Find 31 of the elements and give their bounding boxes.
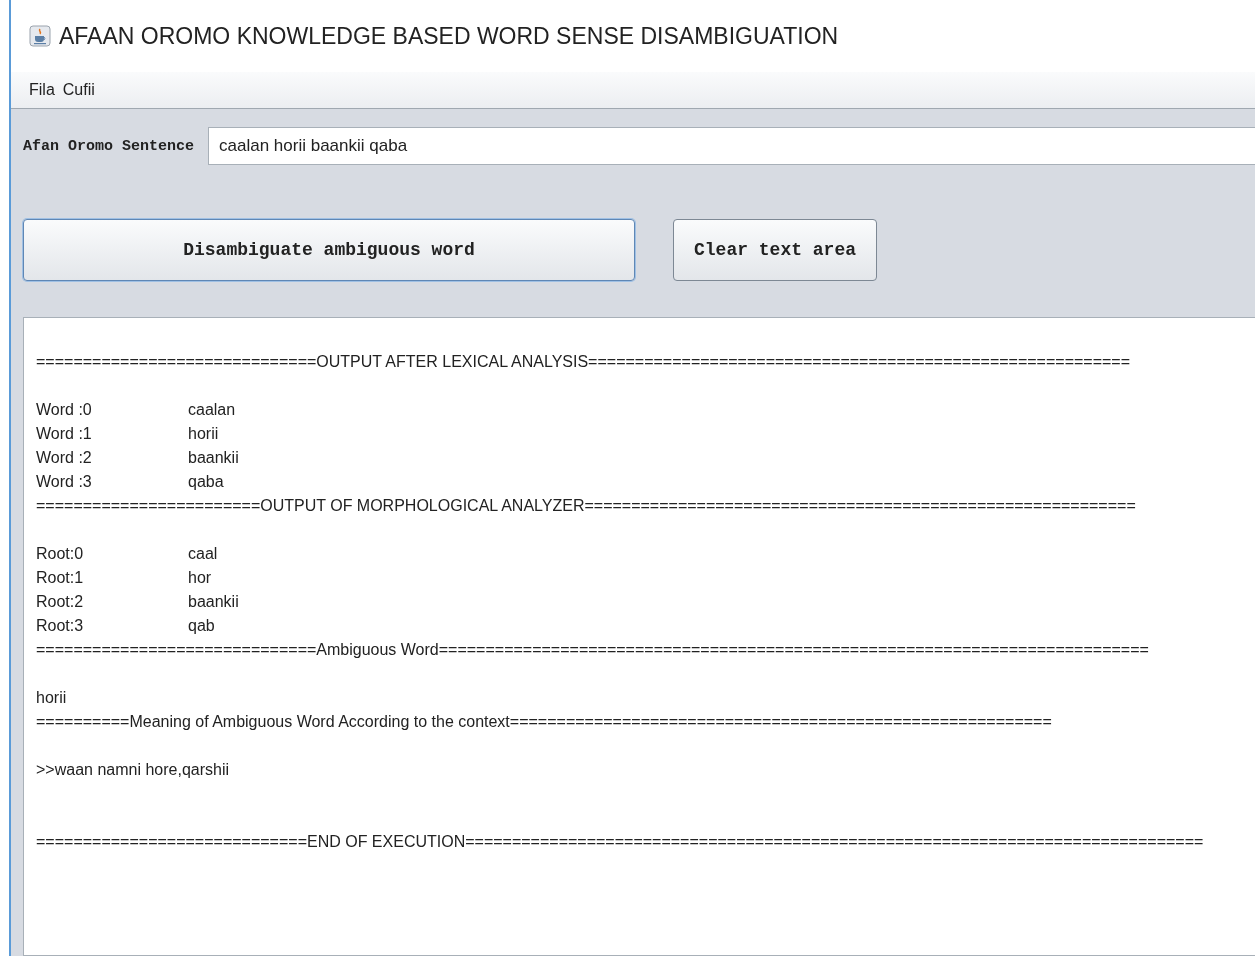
output-key: Word :2: [36, 446, 188, 470]
menu-item[interactable]: Cufii: [62, 81, 95, 99]
section-separator: ==============================OUTPUT AFTER LEXICAL ANALYSIS==========================================================: [36, 353, 1131, 370]
sentence-label: Afan Oromo Sentence: [23, 137, 195, 155]
output-value: baankii: [188, 448, 239, 468]
output-key: Root:3: [36, 614, 188, 638]
section-separator: ========================OUTPUT OF MORPHOLOGICAL ANALYZER===========================================================: [36, 497, 1136, 514]
java-cup-icon: [29, 25, 51, 47]
output-key: Root:2: [36, 590, 188, 614]
section-separator: ==========Meaning of Ambiguous Word According to the context==========================================================: [36, 713, 1052, 730]
menu-item[interactable]: Fila: [29, 81, 55, 99]
output-text: horii: [36, 689, 67, 706]
clear-button[interactable]: Clear text area: [673, 219, 878, 281]
output-value: qab: [188, 616, 215, 636]
output-key: Word :3: [36, 470, 188, 494]
output-key: Root:0: [36, 542, 188, 566]
output-value: hor: [188, 568, 212, 588]
window-title: AFAAN OROMO KNOWLEDGE BASED WORD SENSE DISAMBIGUATION: [59, 22, 839, 50]
section-separator: =============================END OF EXECUTION===============================================================================: [36, 833, 1204, 850]
disambiguate-button[interactable]: Disambiguate ambiguous word: [23, 219, 635, 281]
section-separator: ==============================Ambiguous Word============================================================================: [36, 641, 1149, 658]
sentence-field[interactable]: caalan horii baankii qaba: [208, 127, 1255, 165]
output-value: horii: [188, 424, 219, 444]
output-value: baankii: [188, 592, 239, 612]
output-value: caal: [188, 544, 218, 564]
output-key: Root:1: [36, 566, 188, 590]
output-key: Word :1: [36, 422, 188, 446]
output-value: qaba: [188, 472, 224, 492]
output-text: >>waan namni hore,qarshii: [36, 761, 229, 778]
output-key: Word :0: [36, 398, 188, 422]
output-value: caalan: [188, 400, 236, 420]
